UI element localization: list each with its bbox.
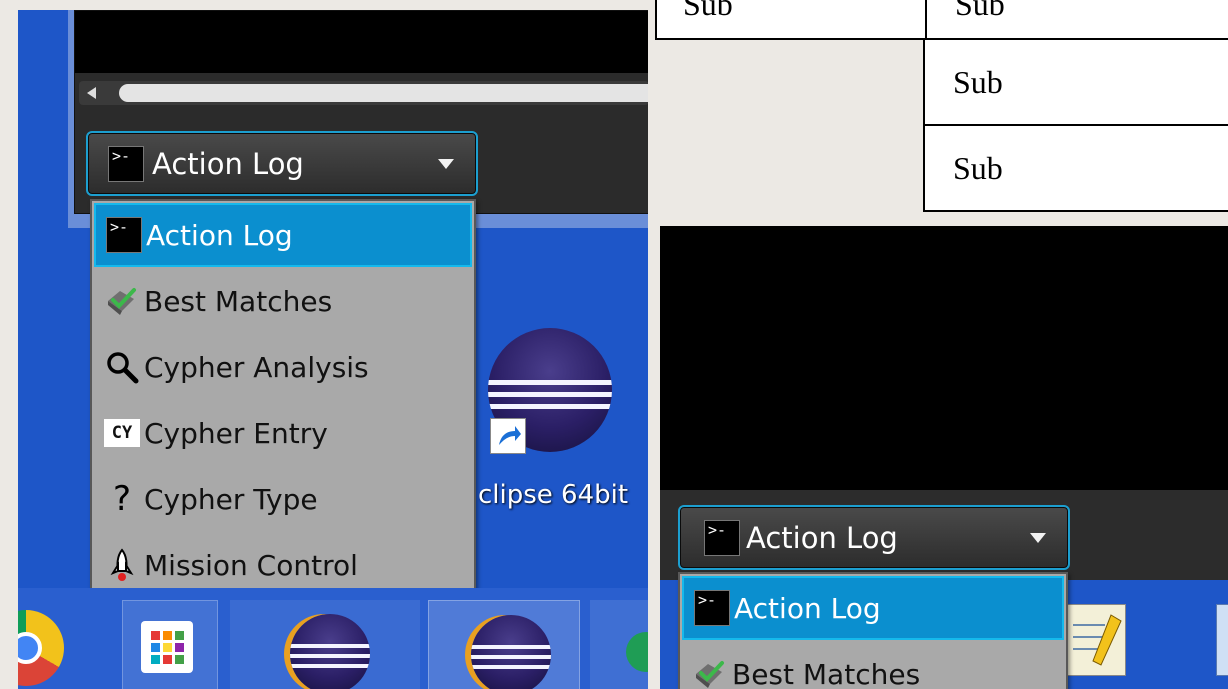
menu-item-cypher-entry[interactable]: CY Cypher Entry xyxy=(94,401,472,465)
horizontal-scrollbar[interactable] xyxy=(79,81,648,105)
chevron-down-icon xyxy=(438,159,454,169)
table-row: Sub xyxy=(923,126,1228,212)
magnifier-icon xyxy=(104,349,140,385)
table-row: Sub xyxy=(923,40,1228,126)
table-cell: Sub xyxy=(955,0,1005,22)
menu-item-label: Action Log xyxy=(146,218,293,252)
taskbar xyxy=(18,588,648,689)
scrollbar-thumb[interactable] xyxy=(119,84,648,102)
terminal-icon: >- xyxy=(106,217,142,253)
doc-table: Sub Sub Sub Sub xyxy=(655,0,1228,212)
view-selector-menu: >- Action Log Best Matches xyxy=(678,572,1068,689)
dropdown-selected-label: Action Log xyxy=(152,146,304,181)
left-console-area xyxy=(75,11,648,73)
eclipse-icon xyxy=(471,615,551,689)
menu-item-label: Mission Control xyxy=(144,548,358,582)
shortcut-arrow-icon xyxy=(490,418,526,454)
taskbar-button-partial[interactable] xyxy=(590,600,648,689)
view-selector-dropdown[interactable]: >- Action Log xyxy=(678,505,1070,570)
rocket-icon xyxy=(104,547,140,583)
menu-item-label: Cypher Entry xyxy=(144,416,328,450)
scroll-left-arrow-icon[interactable] xyxy=(87,87,96,99)
menu-item-label: Cypher Analysis xyxy=(144,350,369,384)
menu-item-best-matches[interactable]: Best Matches xyxy=(94,269,472,333)
dropdown-selected-label: Action Log xyxy=(746,520,898,555)
table-cell: Sub xyxy=(683,0,733,22)
view-selector-dropdown[interactable]: >- Action Log xyxy=(86,131,478,196)
menu-item-cypher-analysis[interactable]: Cypher Analysis xyxy=(94,335,472,399)
taskbar-button-eclipse-2[interactable] xyxy=(428,600,580,689)
menu-item-action-log[interactable]: >- Action Log xyxy=(94,203,472,267)
menu-item-label: Cypher Type xyxy=(144,482,318,516)
terminal-icon: >- xyxy=(694,590,730,626)
table-cell: Sub xyxy=(953,150,1003,186)
view-selector-menu: >- Action Log Best Matches Cypher Analys… xyxy=(90,199,476,603)
left-screenshot: >- Action Log >- Action Log Best Matches xyxy=(18,10,648,689)
taskbar-button-eclipse-1[interactable] xyxy=(230,600,420,689)
check-gem-icon xyxy=(104,283,140,319)
menu-item-action-log[interactable]: >- Action Log xyxy=(682,576,1064,640)
desktop-shortcut-label[interactable]: clipse 64bit xyxy=(478,480,628,510)
notepad-icon[interactable] xyxy=(1064,604,1126,676)
right-screenshot: >- Action Log >- Action Log Best Matches xyxy=(660,226,1228,689)
table-row: Sub Sub xyxy=(655,0,1228,40)
menu-item-best-matches[interactable]: Best Matches xyxy=(682,642,1064,689)
table-cell: Sub xyxy=(953,64,1003,100)
cy-icon: CY xyxy=(104,419,140,447)
menu-item-label: Best Matches xyxy=(144,284,333,318)
chrome-icon[interactable] xyxy=(18,610,64,686)
question-icon: ? xyxy=(112,479,132,519)
app-grid-icon xyxy=(141,621,193,673)
check-gem-icon xyxy=(692,656,728,689)
eclipse-icon xyxy=(290,614,370,689)
menu-item-cypher-type[interactable]: ? Cypher Type xyxy=(94,467,472,531)
taskbar-button-apps[interactable] xyxy=(122,600,218,689)
terminal-icon: >- xyxy=(108,145,144,182)
app-icon-partial[interactable] xyxy=(1216,604,1228,676)
terminal-icon: >- xyxy=(704,519,740,556)
chevron-down-icon xyxy=(1030,533,1046,543)
menu-item-label: Action Log xyxy=(734,591,881,625)
menu-item-label: Best Matches xyxy=(732,657,921,689)
